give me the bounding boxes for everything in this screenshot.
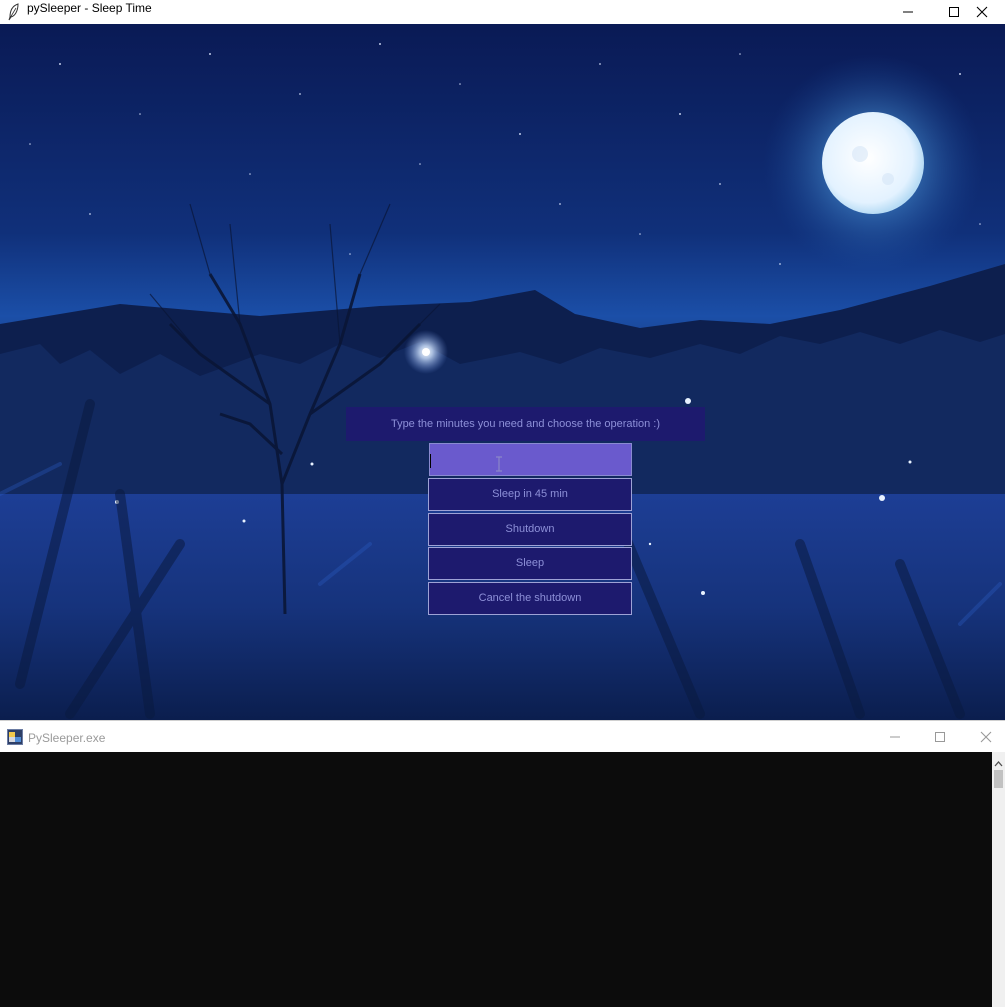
pysleeper-main-window: pySleeper - Sleep Time Type the minutes … <box>0 0 1005 720</box>
text-cursor-icon <box>494 456 504 477</box>
console-output-area[interactable] <box>0 752 992 1007</box>
console-maximize-button[interactable] <box>917 721 963 753</box>
cancel-shutdown-button[interactable]: Cancel the shutdown <box>428 582 632 615</box>
text-caret <box>430 454 431 468</box>
main-title-bar[interactable]: pySleeper - Sleep Time <box>0 0 1005 24</box>
sleep-in-45-button[interactable]: Sleep in 45 min <box>428 478 632 511</box>
scrollbar-thumb[interactable] <box>994 770 1003 788</box>
minutes-input[interactable] <box>430 444 631 475</box>
minimize-button[interactable] <box>885 0 931 24</box>
minutes-input-box[interactable] <box>429 443 632 476</box>
console-title-bar[interactable]: PySleeper.exe <box>0 720 1005 752</box>
console-close-button[interactable] <box>963 721 1005 753</box>
sleep-button[interactable]: Sleep <box>428 547 632 580</box>
console-window: PySleeper.exe <box>0 720 1005 1007</box>
console-scrollbar[interactable] <box>992 752 1005 1007</box>
console-app-icon <box>7 729 23 745</box>
close-button[interactable] <box>959 0 1005 24</box>
main-window-title: pySleeper - Sleep Time <box>27 1 152 15</box>
shutdown-button[interactable]: Shutdown <box>428 513 632 546</box>
console-window-title: PySleeper.exe <box>28 731 106 745</box>
night-background-image <box>0 24 1005 720</box>
console-minimize-button[interactable] <box>872 721 918 753</box>
instruction-label: Type the minutes you need and choose the… <box>346 407 705 441</box>
feather-icon <box>7 3 21 21</box>
